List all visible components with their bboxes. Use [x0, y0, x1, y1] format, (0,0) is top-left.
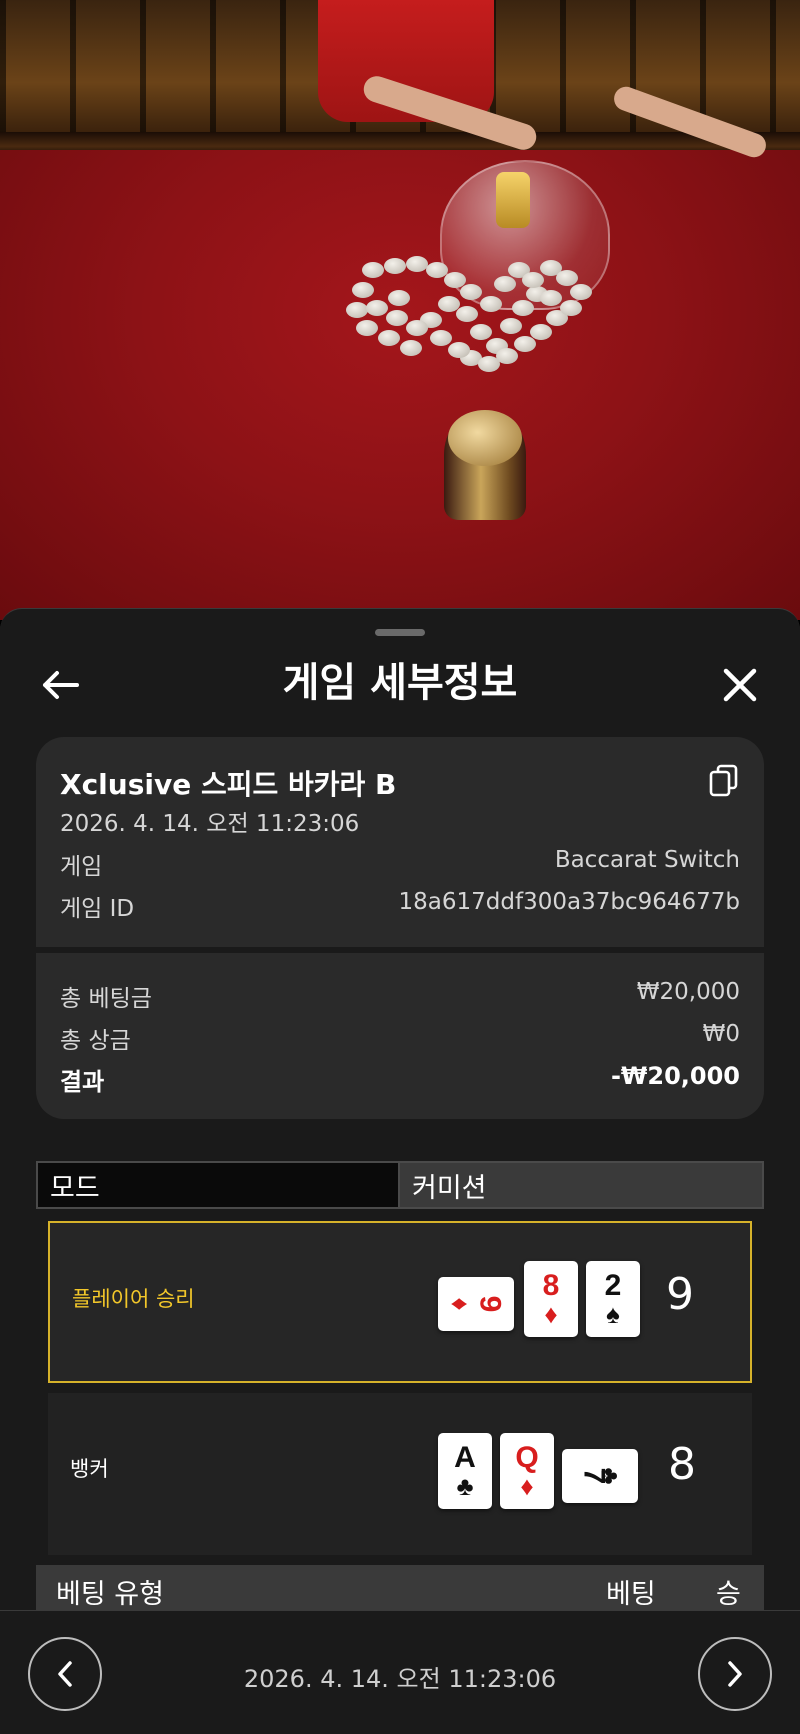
round-datetime: 2026. 4. 14. 오전 11:23:06	[243, 1665, 557, 1693]
player-card-3: 2 ♠	[586, 1261, 640, 1337]
game-id-label: 게임 ID	[60, 896, 135, 922]
dealer-cup-top	[448, 410, 522, 466]
game-id-value: 18a617ddf300a37bc964677b	[398, 889, 740, 915]
result-label: 결과	[60, 1068, 105, 1096]
player-card-1: ♦ 9	[438, 1277, 514, 1331]
bead	[386, 310, 408, 326]
bead	[406, 256, 428, 272]
card-suit-icon: ♦	[544, 1299, 558, 1329]
next-round-button[interactable]	[698, 1637, 772, 1711]
banker-result: 뱅커 A ♣ Q ♦ 7 ♣ 8	[48, 1393, 752, 1555]
close-icon	[723, 668, 757, 702]
bead	[460, 284, 482, 300]
card-rank: 2	[604, 1269, 622, 1302]
card-suit-icon: ♠	[606, 1299, 620, 1329]
live-video-stream	[0, 0, 800, 620]
divider	[36, 947, 764, 953]
bead	[456, 306, 478, 322]
chevron-right-icon	[728, 1661, 742, 1687]
total-win-value: ₩0	[702, 1021, 740, 1047]
game-datetime: 2026. 4. 14. 오전 11:23:06	[60, 811, 360, 837]
bead	[496, 348, 518, 364]
dome-handle	[496, 172, 530, 228]
sheet-grabber[interactable]	[375, 629, 425, 636]
bet-amount-column: 베팅	[606, 1578, 656, 1610]
card-suit-icon: ♦	[520, 1471, 534, 1501]
player-result-label: 플레이어 승리	[72, 1287, 195, 1311]
bead	[494, 276, 516, 292]
bead	[448, 342, 470, 358]
bead	[540, 290, 562, 306]
banker-score: 8	[668, 1439, 696, 1490]
bead	[522, 272, 544, 288]
card-rank: Q	[515, 1441, 539, 1474]
copy-button[interactable]	[708, 763, 740, 799]
table-felt	[0, 150, 800, 620]
commission-header: 커미션	[400, 1163, 762, 1207]
card-suit-icon: ♣	[456, 1471, 474, 1501]
bead	[430, 330, 452, 346]
bead	[356, 320, 378, 336]
round-navigation: 2026. 4. 14. 오전 11:23:06	[0, 1610, 800, 1734]
card-suit-icon: ♦	[445, 1297, 476, 1311]
bead	[388, 290, 410, 306]
bead	[406, 320, 428, 336]
game-name: Xclusive 스피드 바카라 B	[60, 768, 397, 801]
card-rank: 9	[473, 1295, 507, 1313]
game-info-card: Xclusive 스피드 바카라 B 2026. 4. 14. 오전 11:23…	[36, 737, 764, 1119]
bead	[352, 282, 374, 298]
banker-result-label: 뱅커	[70, 1457, 109, 1481]
bead	[530, 324, 552, 340]
game-type-label: 게임	[60, 854, 103, 880]
bead	[384, 258, 406, 274]
bead	[378, 330, 400, 346]
win-column: 승	[716, 1578, 741, 1610]
bead	[512, 300, 534, 316]
bead	[570, 284, 592, 300]
bead	[362, 262, 384, 278]
total-bet-label: 총 베팅금	[60, 986, 152, 1012]
game-type-value: Baccarat Switch	[554, 847, 740, 873]
player-score: 9	[666, 1269, 694, 1320]
mode-commission-table: 모드 커미션	[36, 1161, 764, 1209]
bead	[560, 300, 582, 316]
total-win-label: 총 상금	[60, 1028, 131, 1054]
game-details-sheet: 게임 세부정보 Xclusive 스피드 바카라 B 2026. 4. 14. …	[0, 608, 800, 1734]
bead	[514, 336, 536, 352]
close-button[interactable]	[710, 655, 770, 715]
player-result: 플레이어 승리 ♦ 9 8 ♦ 2 ♠ 9	[48, 1221, 752, 1383]
page-title: 게임 세부정보	[282, 660, 518, 706]
copy-icon	[709, 764, 738, 797]
bead	[556, 270, 578, 286]
bead	[470, 324, 492, 340]
card-rank: A	[454, 1441, 476, 1474]
bead	[400, 340, 422, 356]
card-suit-icon: ♣	[595, 1467, 626, 1485]
total-bet-value: ₩20,000	[636, 979, 740, 1005]
bead	[366, 300, 388, 316]
banker-card-2: Q ♦	[500, 1433, 554, 1509]
player-card-2: 8 ♦	[524, 1261, 578, 1337]
banker-card-1: A ♣	[438, 1433, 492, 1509]
bead	[500, 318, 522, 334]
bead	[480, 296, 502, 312]
card-rank: 8	[542, 1269, 560, 1302]
bead	[346, 302, 368, 318]
result-value: -₩20,000	[610, 1062, 740, 1090]
game-info-section: Xclusive 스피드 바카라 B 2026. 4. 14. 오전 11:23…	[36, 737, 764, 947]
mode-header: 모드	[38, 1163, 400, 1207]
bet-type-column: 베팅 유형	[56, 1578, 164, 1610]
banker-card-3: 7 ♣	[562, 1449, 638, 1503]
